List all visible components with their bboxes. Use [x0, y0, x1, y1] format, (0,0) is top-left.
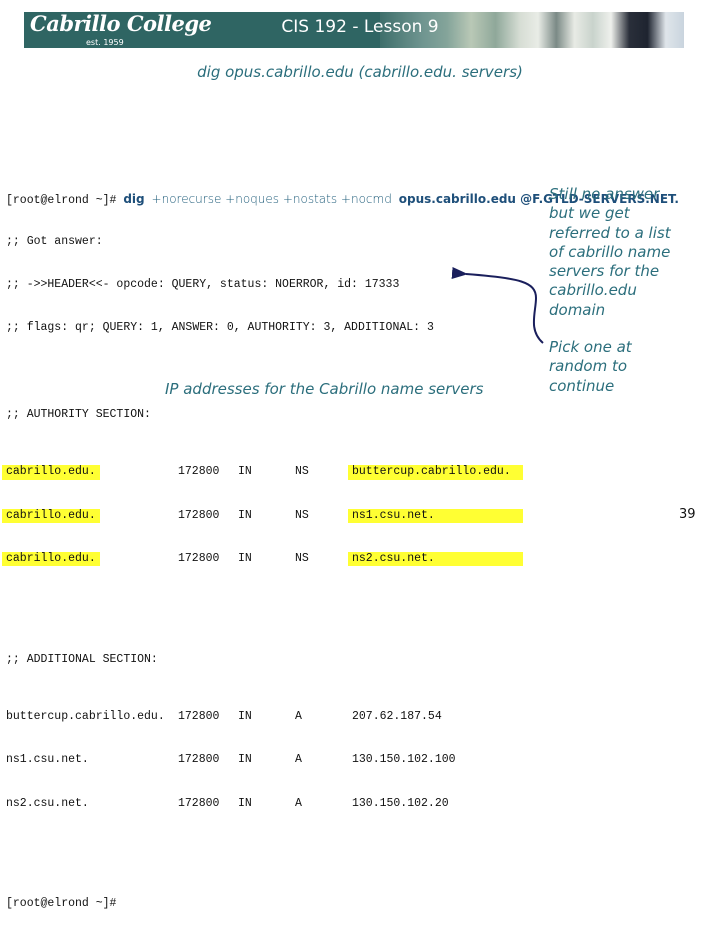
record-name: cabrillo.edu.	[2, 551, 100, 567]
referral-note-line: cabrillo.edu	[549, 281, 637, 300]
record-class: IN	[238, 508, 252, 522]
command-dig: dig	[123, 191, 145, 206]
authority-heading: ;; AUTHORITY SECTION:	[6, 407, 151, 421]
final-prompt: [root@elrond ~]#	[6, 897, 117, 911]
record-name: cabrillo.edu.	[2, 508, 100, 524]
record-name: ns1.csu.net.	[6, 753, 89, 767]
slide-title: CIS 192 - Lesson 9	[281, 17, 439, 37]
record-type: A	[295, 753, 302, 767]
record-type: NS	[295, 465, 309, 479]
additional-row: ns2.csu.net. 172800 IN A 130.150.102.20	[6, 797, 679, 811]
record-name: cabrillo.edu.	[2, 465, 100, 480]
record-value: 130.150.102.100	[352, 753, 456, 767]
record-value: buttercup.cabrillo.edu.	[348, 465, 523, 480]
pick-note-line: Pick one at	[549, 338, 632, 356]
referral-note: Still no answer but we get referred to a…	[549, 185, 719, 320]
record-ttl: 172800	[178, 465, 220, 479]
record-ttl: 172800	[178, 551, 220, 565]
record-value: ns2.csu.net.	[348, 551, 523, 567]
record-ttl: 172800	[178, 753, 220, 767]
record-ttl: 172800	[178, 710, 220, 724]
record-type: NS	[295, 551, 309, 565]
record-ttl: 172800	[178, 796, 220, 810]
additional-heading: ;; ADDITIONAL SECTION:	[6, 652, 158, 666]
additional-row: ns1.csu.net. 172800 IN A 130.150.102.100	[6, 753, 679, 767]
prompt: [root@elrond ~]#	[6, 193, 117, 207]
record-ttl: 172800	[178, 508, 220, 522]
record-class: IN	[238, 551, 252, 565]
record-type: A	[295, 796, 302, 810]
command-options: +norecurse +noques +nostats +nocmd	[151, 191, 392, 206]
record-name: buttercup.cabrillo.edu.	[6, 710, 165, 724]
referral-note-line: but we get	[549, 204, 630, 223]
pick-note-line: random to	[549, 357, 628, 376]
pick-note-line: continue	[549, 376, 615, 395]
record-class: IN	[238, 796, 252, 810]
authority-row: cabrillo.edu. 172800 IN NS ns1.csu.net.	[2, 508, 679, 524]
record-class: IN	[238, 710, 252, 724]
pick-note: Pick one at random to continue	[549, 338, 719, 396]
record-class: IN	[238, 465, 252, 479]
record-type: A	[295, 710, 302, 724]
college-logo: Cabrillo College	[30, 11, 212, 36]
record-type: NS	[295, 508, 309, 522]
record-name: ns2.csu.net.	[6, 796, 89, 810]
record-value: 207.62.187.54	[352, 710, 442, 724]
authority-row: cabrillo.edu. 172800 IN NS buttercup.cab…	[2, 465, 679, 480]
page-number: 39	[679, 507, 696, 522]
record-class: IN	[238, 753, 252, 767]
authority-row: cabrillo.edu. 172800 IN NS ns2.csu.net.	[2, 551, 679, 567]
record-value: ns1.csu.net.	[348, 508, 523, 524]
additional-row: buttercup.cabrillo.edu. 172800 IN A 207.…	[6, 710, 679, 724]
record-value: 130.150.102.20	[352, 796, 449, 810]
referral-note-line: servers for the	[549, 262, 660, 281]
ip-note: IP addresses for the Cabrillo name serve…	[165, 380, 484, 398]
referral-note-line: of cabrillo name	[549, 242, 671, 261]
referral-note-line: domain	[549, 300, 606, 319]
referral-note-line: referred to a list	[549, 223, 671, 242]
referral-note-line: Still no answer	[549, 185, 660, 203]
slide-subtitle: dig opus.cabrillo.edu (cabrillo.edu. ser…	[197, 63, 523, 81]
header-line: ;; flags: qr; QUERY: 1, ANSWER: 0, AUTHO…	[6, 321, 434, 335]
college-logo-est: est. 1959	[86, 38, 124, 47]
